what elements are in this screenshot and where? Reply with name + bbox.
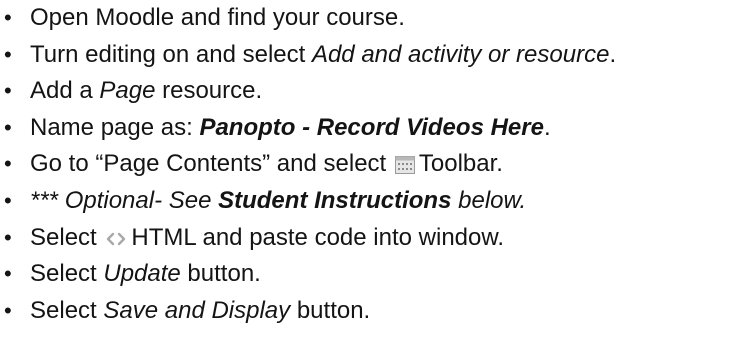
toolbar-icon — [394, 149, 415, 175]
bullet-icon: • — [4, 41, 12, 67]
instruction-item-name-page: • Name page as: Panopto - Record Videos … — [4, 110, 750, 147]
instruction-item-save-display: • Select Save and Display button. — [4, 293, 750, 330]
instruction-strong-emphasis: Student Instructions — [218, 186, 452, 214]
bullet-icon: • — [4, 187, 12, 213]
instruction-text: Name page as: — [30, 113, 200, 141]
instruction-text: Select — [30, 260, 104, 288]
instruction-text: Go to “Page Contents” and select — [30, 150, 393, 178]
instruction-text: Add a — [30, 77, 100, 105]
instruction-item-page-contents: • Go to “Page Contents” and select Toolb… — [4, 146, 750, 183]
instruction-text: . — [543, 113, 551, 141]
instruction-item-add-page: • Add a Page resource. — [4, 73, 750, 110]
instruction-text: resource. — [155, 77, 263, 105]
instruction-emphasis: Save and Display — [103, 296, 291, 324]
instruction-emphasis: below. — [451, 186, 527, 214]
instruction-item-optional: • *** Optional- See Student Instructions… — [4, 183, 750, 220]
instruction-text: button. — [290, 296, 371, 324]
instruction-text: Toolbar. — [418, 150, 503, 178]
instruction-item-html: • Select HTML and paste code into window… — [4, 220, 750, 257]
bullet-icon: • — [4, 297, 12, 323]
instruction-emphasis: *** Optional- See — [30, 186, 219, 214]
html-code-icon — [105, 221, 127, 245]
instruction-item-turn-editing-on: • Turn editing on and select Add and act… — [4, 37, 750, 74]
instruction-text: . — [609, 40, 617, 68]
instruction-text: button. — [180, 260, 261, 288]
instruction-emphasis: Update — [103, 260, 181, 288]
instruction-list: • Open Moodle and find your course. • Tu… — [0, 0, 750, 329]
bullet-icon: • — [4, 261, 12, 287]
instruction-item-open-moodle: • Open Moodle and find your course. — [4, 0, 750, 37]
bullet-icon: • — [4, 114, 12, 140]
bullet-icon: • — [4, 224, 12, 250]
instruction-item-update: • Select Update button. — [4, 256, 750, 293]
instruction-text: HTML and paste code into window. — [131, 223, 505, 251]
instruction-text: Turn editing on and select — [30, 40, 312, 68]
bullet-icon: • — [4, 151, 12, 177]
instruction-text: Open Moodle and find your course. — [30, 4, 405, 31]
instruction-text: Select — [30, 223, 104, 251]
instruction-emphasis: Add and activity or resource — [311, 40, 610, 68]
bullet-icon: • — [4, 78, 12, 104]
instruction-strong-emphasis: Panopto - Record Videos Here — [199, 113, 544, 141]
bullet-icon: • — [4, 5, 12, 30]
instruction-text: Select — [30, 296, 104, 324]
instruction-emphasis: Page — [99, 77, 156, 105]
